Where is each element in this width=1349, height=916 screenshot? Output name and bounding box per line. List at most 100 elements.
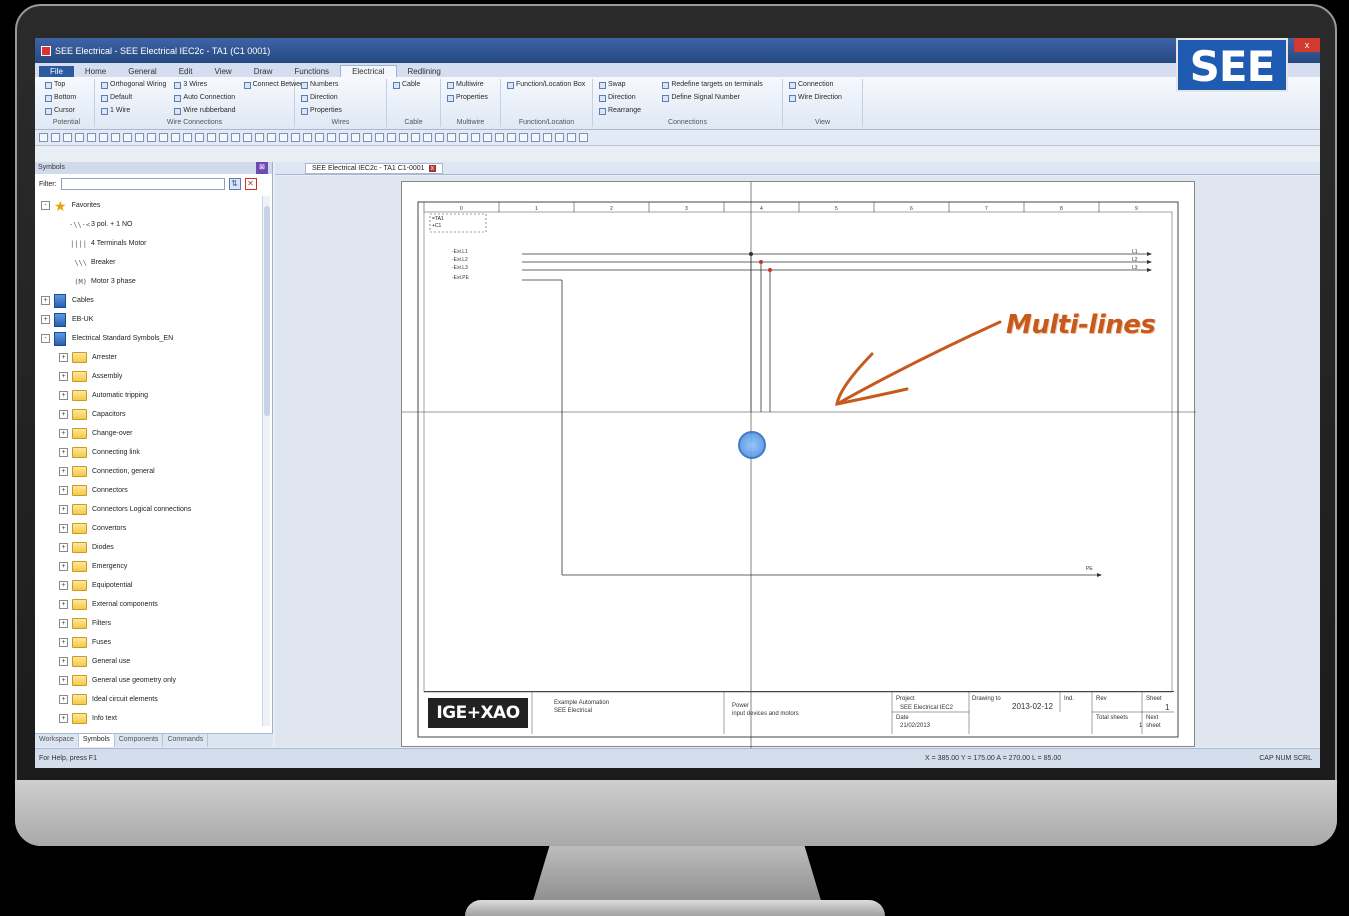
tree-item[interactable]: + Change-over bbox=[37, 424, 265, 443]
toolbar-tool-icon[interactable] bbox=[267, 133, 276, 142]
expand-icon[interactable]: + bbox=[59, 505, 68, 514]
toolbar-tool-icon[interactable] bbox=[375, 133, 384, 142]
toolbar-tool-icon[interactable] bbox=[99, 133, 108, 142]
expand-icon[interactable]: + bbox=[59, 543, 68, 552]
toolbar-tool-icon[interactable] bbox=[459, 133, 468, 142]
toolbar-tool-icon[interactable] bbox=[255, 133, 264, 142]
toolbar-tool-icon[interactable] bbox=[363, 133, 372, 142]
ribbon-button-direction[interactable]: Direction bbox=[599, 92, 654, 104]
apply-filter-icon[interactable]: ⇅ bbox=[228, 178, 241, 190]
expand-icon[interactable]: + bbox=[59, 562, 68, 571]
toolbar-tool-icon[interactable] bbox=[543, 133, 552, 142]
toolbar-tool-icon[interactable] bbox=[75, 133, 84, 142]
panel-tab-workspace[interactable]: Workspace bbox=[35, 734, 79, 747]
tree-item[interactable]: + General use bbox=[37, 652, 265, 671]
expand-icon[interactable]: + bbox=[59, 486, 68, 495]
tree-item[interactable]: + Equipotential bbox=[37, 576, 265, 595]
expand-icon[interactable]: + bbox=[59, 657, 68, 666]
tree-item[interactable]: + Automatic tripping bbox=[37, 386, 265, 405]
tab-home[interactable]: Home bbox=[74, 66, 117, 77]
tree-item[interactable]: + Fuses bbox=[37, 633, 265, 652]
expand-icon[interactable]: + bbox=[59, 467, 68, 476]
expand-icon[interactable]: + bbox=[59, 619, 68, 628]
ribbon-button-swap[interactable]: Swap bbox=[599, 79, 654, 91]
close-tab-icon[interactable]: x bbox=[428, 165, 437, 172]
toolbar-tool-icon[interactable] bbox=[171, 133, 180, 142]
ribbon-button-default[interactable]: Default bbox=[101, 92, 166, 104]
toolbar-tool-icon[interactable] bbox=[507, 133, 516, 142]
tree-item[interactable]: + External components bbox=[37, 595, 265, 614]
toolbar-tool-icon[interactable] bbox=[315, 133, 324, 142]
ribbon-button-bottom[interactable]: Bottom bbox=[45, 92, 88, 104]
ribbon-button-rearrange[interactable]: Rearrange bbox=[599, 105, 654, 117]
schematic-sheet[interactable]: 0123456789 =TA1 +C1 -Ext.L1 -Ext.L2 -Ext… bbox=[401, 181, 1196, 748]
toolbar-tool-icon[interactable] bbox=[531, 133, 540, 142]
tree-item[interactable]: + Connection, general bbox=[37, 462, 265, 481]
toolbar-tool-icon[interactable] bbox=[183, 133, 192, 142]
toolbar-tool-icon[interactable] bbox=[579, 133, 588, 142]
tree-item[interactable]: + Diodes bbox=[37, 538, 265, 557]
ribbon-button-3-wires[interactable]: 3 Wires bbox=[174, 79, 235, 91]
panel-tab-commands[interactable]: Commands bbox=[163, 734, 209, 747]
collapse-icon[interactable]: - bbox=[41, 334, 50, 343]
toolbar-tool-icon[interactable] bbox=[219, 133, 228, 142]
toolbar-tool-icon[interactable] bbox=[327, 133, 336, 142]
tree-item[interactable]: + Convertors bbox=[37, 519, 265, 538]
expand-icon[interactable]: + bbox=[59, 353, 68, 362]
tab-file[interactable]: File bbox=[39, 66, 74, 77]
tree-item[interactable]: + Emergency bbox=[37, 557, 265, 576]
drawing-canvas[interactable]: 0123456789 =TA1 +C1 -Ext.L1 -Ext.L2 -Ext… bbox=[275, 176, 1320, 748]
window-close-button[interactable]: x bbox=[1294, 38, 1320, 52]
toolbar-tool-icon[interactable] bbox=[243, 133, 252, 142]
toolbar-tool-icon[interactable] bbox=[123, 133, 132, 142]
tree-item[interactable]: + Connectors bbox=[37, 481, 265, 500]
toolbar-tool-icon[interactable] bbox=[291, 133, 300, 142]
expand-icon[interactable]: + bbox=[59, 524, 68, 533]
toolbar-tool-icon[interactable] bbox=[159, 133, 168, 142]
toolbar-tool-icon[interactable] bbox=[435, 133, 444, 142]
toolbar-tool-icon[interactable] bbox=[411, 133, 420, 142]
expand-icon[interactable]: + bbox=[59, 372, 68, 381]
ribbon-button-redefine-targets-on-terminals[interactable]: Redefine targets on terminals bbox=[662, 79, 776, 91]
tree-item[interactable]: (M) Motor 3 phase bbox=[37, 272, 265, 291]
ribbon-button-wire-direction[interactable]: Wire Direction bbox=[789, 92, 856, 104]
tree-item[interactable]: - Electrical Standard Symbols_EN bbox=[37, 329, 265, 348]
expand-icon[interactable]: + bbox=[59, 429, 68, 438]
tree-item[interactable]: + Assembly bbox=[37, 367, 265, 386]
ribbon-button-define-signal-number[interactable]: Define Signal Number bbox=[662, 92, 776, 104]
ribbon-button-auto-connection[interactable]: Auto Connection bbox=[174, 92, 235, 104]
tab-view[interactable]: View bbox=[204, 66, 243, 77]
tab-functions[interactable]: Functions bbox=[283, 66, 340, 77]
scrollbar-thumb[interactable] bbox=[264, 206, 270, 416]
tree-item[interactable]: + Connecting link bbox=[37, 443, 265, 462]
expand-icon[interactable]: + bbox=[59, 714, 68, 723]
expand-icon[interactable]: + bbox=[59, 448, 68, 457]
tree-item[interactable]: - ★ Favorites bbox=[37, 196, 265, 215]
tree-item[interactable]: \\\ Breaker bbox=[37, 253, 265, 272]
toolbar-tool-icon[interactable] bbox=[135, 133, 144, 142]
toolbar-tool-icon[interactable] bbox=[495, 133, 504, 142]
clear-filter-icon[interactable]: ✕ bbox=[244, 178, 257, 190]
tab-general[interactable]: General bbox=[117, 66, 167, 77]
ribbon-button-cable[interactable]: Cable bbox=[393, 79, 434, 91]
toolbar-tool-icon[interactable] bbox=[351, 133, 360, 142]
toolbar-tool-icon[interactable] bbox=[195, 133, 204, 142]
expand-icon[interactable]: + bbox=[59, 695, 68, 704]
tab-draw[interactable]: Draw bbox=[243, 66, 284, 77]
toolbar-tool-icon[interactable] bbox=[39, 133, 48, 142]
panel-tab-symbols[interactable]: Symbols bbox=[78, 734, 115, 747]
toolbar-tool-icon[interactable] bbox=[339, 133, 348, 142]
ribbon-button-direction[interactable]: Direction bbox=[301, 92, 380, 104]
toolbar-tool-icon[interactable] bbox=[231, 133, 240, 142]
tree-item[interactable]: -\\-< 3 pol. + 1 NO bbox=[37, 215, 265, 234]
expand-icon[interactable]: + bbox=[59, 638, 68, 647]
ribbon-button-connection[interactable]: Connection bbox=[789, 79, 856, 91]
expand-icon[interactable]: + bbox=[59, 600, 68, 609]
toolbar-tool-icon[interactable] bbox=[399, 133, 408, 142]
ribbon-button-multiwire[interactable]: Multiwire bbox=[447, 79, 494, 91]
filter-input[interactable] bbox=[60, 178, 225, 190]
tree-item[interactable]: + Capacitors bbox=[37, 405, 265, 424]
ribbon-button-properties[interactable]: Properties bbox=[447, 92, 494, 104]
toolbar-tool-icon[interactable] bbox=[51, 133, 60, 142]
tree-item[interactable]: + Cables bbox=[37, 291, 265, 310]
